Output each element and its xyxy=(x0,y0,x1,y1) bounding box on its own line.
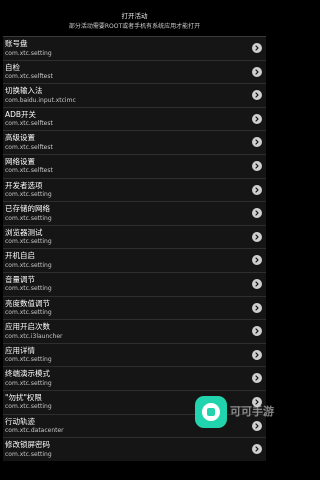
list-item-package: com.xtc.i3launcher xyxy=(5,332,63,340)
chevron-right-icon[interactable] xyxy=(252,113,262,124)
list-item[interactable]: 亮度数值调节 com.xtc.setting xyxy=(3,295,266,320)
watermark-label: 可可手游 xyxy=(230,405,274,418)
chevron-right-icon[interactable] xyxy=(252,349,262,360)
chevron-right-icon[interactable] xyxy=(252,90,262,101)
list-item[interactable]: 音量调节 com.xtc.setting xyxy=(3,271,266,296)
list-item[interactable]: 网络设置 com.xtc.selftest xyxy=(3,153,266,178)
list-item-package: com.xtc.setting xyxy=(5,379,52,387)
chevron-right-icon[interactable] xyxy=(252,66,262,77)
list-item[interactable]: 开机自启 com.xtc.setting xyxy=(3,248,266,272)
list-item-title: 网络设置 xyxy=(5,156,35,166)
list-item[interactable]: 自检 com.xtc.selftest xyxy=(3,59,266,84)
chevron-right-icon[interactable] xyxy=(252,208,262,219)
list-item[interactable]: 已存储的网络 com.xtc.setting xyxy=(3,201,266,225)
list-item[interactable]: 修改锁屏密码 com.xtc.setting xyxy=(3,437,266,461)
header: 打开活动 部分活动需要ROOT或者手机有系统应用才能打开 xyxy=(0,0,269,36)
list-item-title: 音量调节 xyxy=(5,274,35,284)
list-item-package: com.xtc.setting xyxy=(5,309,52,317)
list-item-title: 应用详情 xyxy=(5,345,35,355)
list-item-package: com.xtc.selftest xyxy=(5,143,53,151)
list-item-package: com.xtc.setting xyxy=(5,285,52,293)
list-item[interactable]: 浏览器测试 com.xtc.setting xyxy=(3,224,266,249)
list-item-package: com.xtc.setting xyxy=(5,191,52,199)
chevron-right-icon[interactable] xyxy=(252,444,262,455)
list-item-title: 已存储的网络 xyxy=(5,204,50,214)
list-item[interactable]: 终端演示模式 com.xtc.setting xyxy=(3,366,266,390)
chevron-right-icon[interactable] xyxy=(252,373,262,384)
list-item-package: com.xtc.setting xyxy=(5,356,52,364)
chevron-right-icon[interactable] xyxy=(252,278,262,289)
list-item-title: 浏览器测试 xyxy=(5,227,43,237)
list-item-package: com.xtc.setting xyxy=(5,214,52,222)
chevron-right-icon[interactable] xyxy=(252,302,262,313)
list-item[interactable]: 开发者选项 com.xtc.setting xyxy=(3,177,266,202)
list-item-title: ADB开关 xyxy=(5,109,37,119)
page-title: 打开活动 xyxy=(121,12,148,20)
list-item-title: 开机自启 xyxy=(5,251,35,261)
app-logo-icon xyxy=(195,396,227,428)
chevron-right-icon[interactable] xyxy=(252,255,262,266)
list-item-title: 切换输入法 xyxy=(5,86,43,96)
page-subtitle: 部分活动需要ROOT或者手机有系统应用才能打开 xyxy=(68,23,201,30)
list-item-title: 高级设置 xyxy=(5,133,35,143)
list-item-package: com.xtc.setting xyxy=(5,49,52,57)
list-item[interactable]: 账号盘 com.xtc.setting xyxy=(3,36,266,60)
list-item-package: com.xtc.selftest xyxy=(5,120,53,128)
list-item-package: com.xtc.setting xyxy=(5,238,52,246)
list-item[interactable]: 应用详情 com.xtc.setting xyxy=(3,342,266,367)
list-item-title: 终端演示模式 xyxy=(5,369,50,379)
list-item-title: 账号盘 xyxy=(5,39,28,48)
chevron-right-icon[interactable] xyxy=(252,326,262,337)
list-item[interactable]: ADB开关 com.xtc.selftest xyxy=(3,106,266,131)
chevron-right-icon[interactable] xyxy=(252,137,262,148)
list-item-package: com.baidu.input.xtcimc xyxy=(5,96,76,104)
chevron-right-icon[interactable] xyxy=(252,420,262,431)
list-item-package: com.xtc.setting xyxy=(5,450,52,458)
list-item-title: 应用开启次数 xyxy=(5,322,50,332)
list-item[interactable]: 应用开启次数 com.xtc.i3launcher xyxy=(3,319,266,343)
list-item-title: "勿扰"权限 xyxy=(5,392,42,402)
chevron-right-icon[interactable] xyxy=(252,231,262,242)
chevron-right-icon[interactable] xyxy=(252,43,262,53)
list-item-package: com.xtc.setting xyxy=(5,403,52,411)
chevron-right-icon[interactable] xyxy=(252,160,262,171)
list-item-package: com.xtc.selftest xyxy=(5,73,53,81)
list-item-title: 亮度数值调节 xyxy=(5,298,50,308)
list-item[interactable]: 切换输入法 com.baidu.input.xtcimc xyxy=(3,83,266,107)
list-item-title: 行动轨迹 xyxy=(5,416,35,426)
list-item[interactable]: 高级设置 com.xtc.selftest xyxy=(3,130,266,154)
chevron-right-icon[interactable] xyxy=(252,184,262,195)
list-item-title: 开发者选项 xyxy=(5,180,43,190)
list-item-package: com.xtc.datacenter xyxy=(5,427,64,434)
list-item-title: 修改锁屏密码 xyxy=(5,440,50,450)
list-item-package: com.xtc.setting xyxy=(5,261,52,269)
list-item-package: com.xtc.selftest xyxy=(5,167,53,175)
list-item-title: 自检 xyxy=(5,62,20,72)
activity-list: 账号盘 com.xtc.setting 自检 com.xtc.selftest 切换输入… xyxy=(0,36,269,461)
